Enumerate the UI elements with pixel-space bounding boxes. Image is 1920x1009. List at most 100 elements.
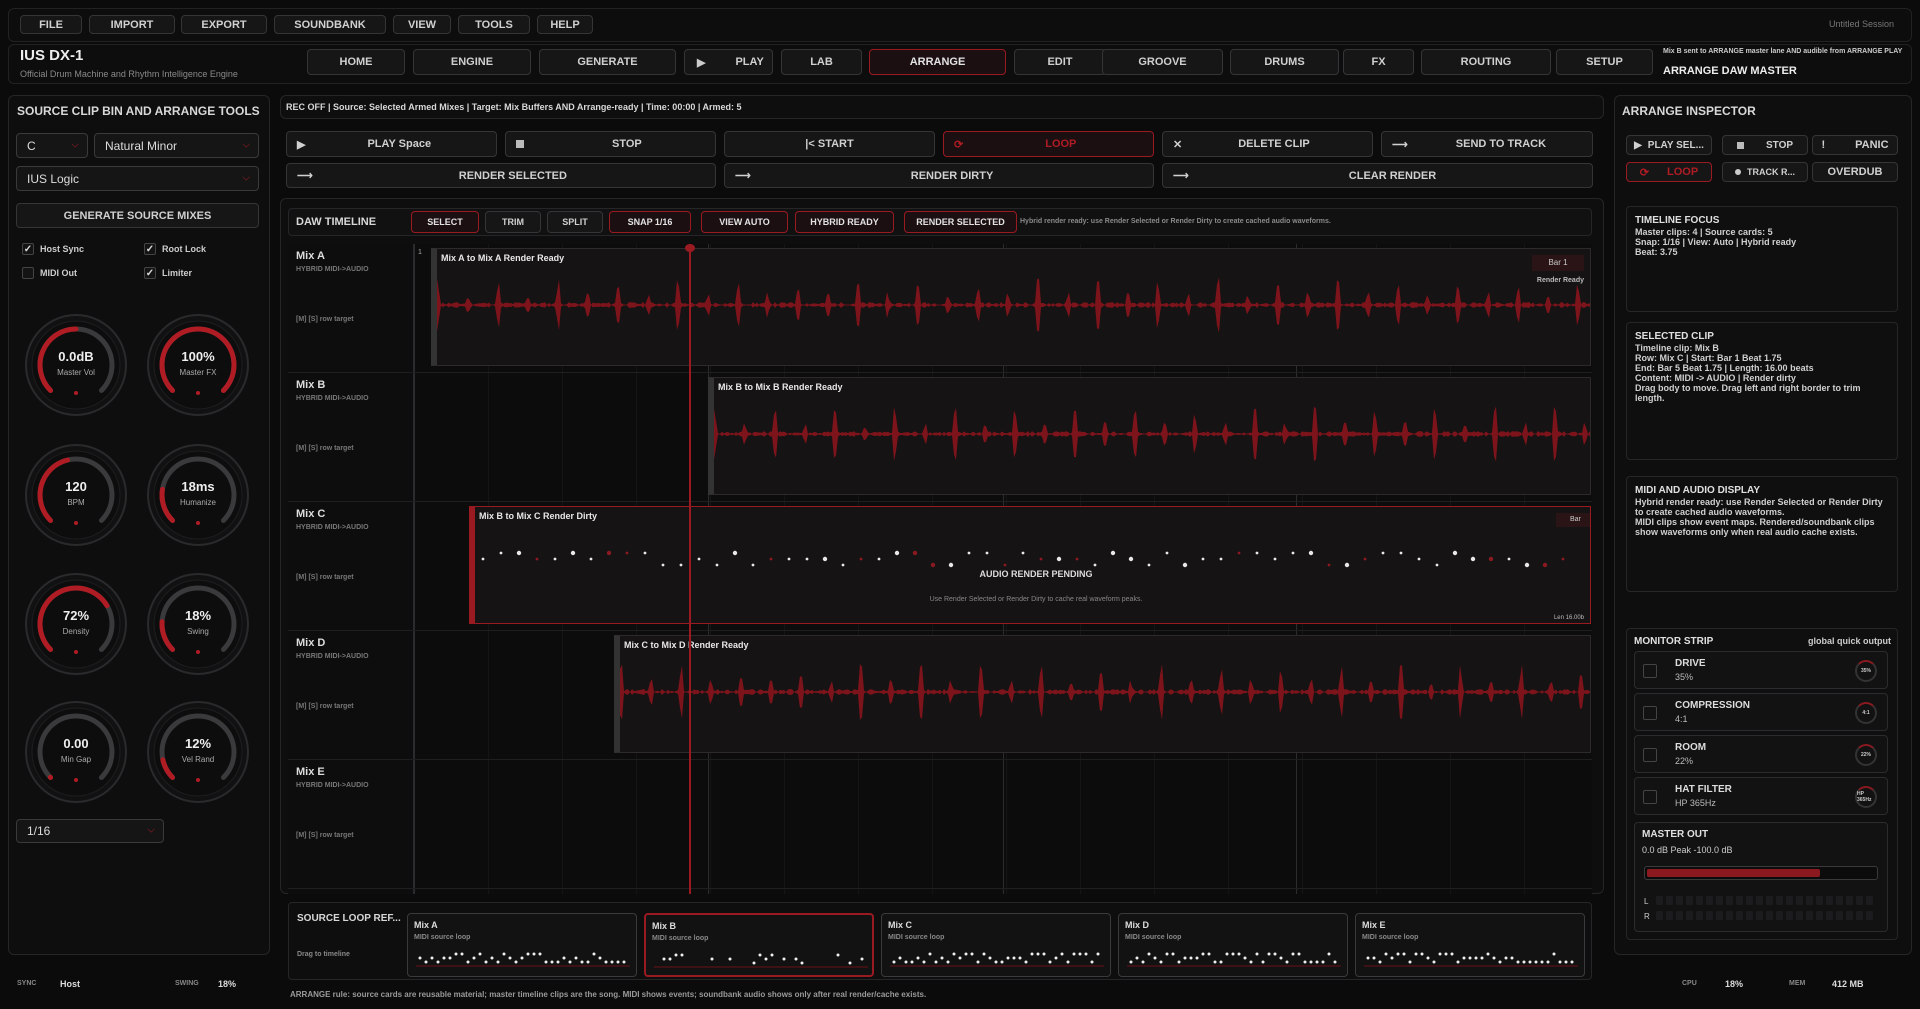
knob-swing[interactable]: 18% Swing <box>146 572 250 676</box>
tool-trim[interactable]: TRIM <box>485 211 541 233</box>
tool-view-auto[interactable]: VIEW AUTO <box>701 211 788 233</box>
monitor-room[interactable]: ROOM 22% 22% <box>1634 735 1888 773</box>
arrow-right-icon: ⟶ <box>1173 170 1189 182</box>
footer-bar <box>8 966 1912 1004</box>
track-row[interactable]: Mix D HYBRID MIDI->AUDIO [M] [S] row targe… <box>288 631 1592 760</box>
menu-view[interactable]: VIEW <box>393 15 451 34</box>
menu-import[interactable]: IMPORT <box>89 15 175 34</box>
tab-drums[interactable]: DRUMS <box>1230 49 1339 75</box>
knob-master-fx[interactable]: 100% Master FX <box>146 313 250 417</box>
timeline-clip[interactable]: Mix C to Mix D Render Ready <box>614 635 1591 753</box>
meter-segment <box>1786 911 1793 920</box>
playhead[interactable] <box>689 244 691 894</box>
mute-solo-target[interactable]: [M] [S] row target <box>296 574 354 581</box>
tab-routing[interactable]: ROUTING <box>1421 49 1551 75</box>
tab-groove[interactable]: GROOVE <box>1102 49 1223 75</box>
menu-help[interactable]: HELP <box>537 15 593 34</box>
limiter-checkbox[interactable]: ✓ Limiter <box>144 267 192 279</box>
mem-value: 412 MB <box>1832 979 1864 989</box>
track-row[interactable]: Mix A HYBRID MIDI->AUDIO [M] [S] row targe… <box>288 244 1592 373</box>
track-row[interactable]: Mix B HYBRID MIDI->AUDIO [M] [S] row targe… <box>288 373 1592 502</box>
timeline-clip[interactable]: Mix A to Mix A Render Ready Bar 1 Render R… <box>431 248 1591 366</box>
master-level-fill <box>1647 869 1820 877</box>
knob-master-vol[interactable]: 0.0dB Master Vol <box>24 313 128 417</box>
play-button[interactable]: ▶ PLAY Space <box>286 131 497 157</box>
menu-file[interactable]: FILE <box>20 15 82 34</box>
monitor-toggle[interactable] <box>1643 706 1657 720</box>
knob-min-gap[interactable]: 0.00 Min Gap <box>24 700 128 804</box>
start-button[interactable]: |< START <box>724 131 935 157</box>
overdub-button[interactable]: OVERDUB <box>1812 162 1898 182</box>
monitor-dial[interactable]: 22% <box>1855 744 1877 766</box>
monitor-drive[interactable]: DRIVE 35% 35% <box>1634 651 1888 689</box>
tool-split[interactable]: SPLIT <box>547 211 603 233</box>
monitor-dial[interactable]: 35% <box>1855 660 1877 682</box>
menu-export[interactable]: EXPORT <box>181 15 267 34</box>
render-selected-button[interactable]: ⟶ RENDER SELECTED <box>286 163 716 188</box>
menu-tools[interactable]: TOOLS <box>458 15 530 34</box>
midi-out-checkbox[interactable]: MIDI Out <box>22 267 77 279</box>
render-dirty-button[interactable]: ⟶ RENDER DIRTY <box>724 163 1154 188</box>
play-selection-button[interactable]: ▶ PLAY SEL... <box>1626 135 1712 155</box>
key-select[interactable]: C ⌵ <box>16 133 88 158</box>
stop-button[interactable]: STOP <box>505 131 716 157</box>
panic-label: PANIC <box>1855 139 1889 151</box>
menu-soundbank[interactable]: SOUNDBANK <box>274 15 386 34</box>
inspector-loop-button[interactable]: ⟳ LOOP <box>1626 162 1712 182</box>
track-row[interactable]: Mix E HYBRID MIDI->AUDIO [M] [S] row targe… <box>288 760 1592 889</box>
track-record-button[interactable]: TRACK R... <box>1722 162 1808 182</box>
tab-engine[interactable]: ENGINE <box>413 49 531 75</box>
knob-humanize[interactable]: 18ms Humanize <box>146 443 250 547</box>
mute-solo-target[interactable]: [M] [S] row target <box>296 445 354 452</box>
panic-button[interactable]: ! PANIC <box>1812 135 1898 155</box>
tab-fx[interactable]: FX <box>1343 49 1414 75</box>
track-name: Mix B <box>296 379 326 391</box>
tab-play[interactable]: ▶ PLAY <box>684 49 773 75</box>
knob-bpm[interactable]: 120 BPM <box>24 443 128 547</box>
scale-select[interactable]: Natural Minor ⌵ <box>94 133 259 158</box>
play-selection-label: PLAY SEL... <box>1647 139 1704 151</box>
tool-render-selected[interactable]: RENDER SELECTED <box>904 211 1017 233</box>
monitor-dial[interactable]: 4:1 <box>1855 702 1877 724</box>
tool-snap[interactable]: SNAP 1/16 <box>609 211 691 233</box>
monitor-toggle[interactable] <box>1643 664 1657 678</box>
tab-generate[interactable]: GENERATE <box>539 49 676 75</box>
tab-home[interactable]: HOME <box>307 49 405 75</box>
host-sync-checkbox[interactable]: ✓ Host Sync <box>22 243 84 255</box>
limiter-label: Limiter <box>162 268 193 278</box>
knob-vel-rand[interactable]: 12% Vel Rand <box>146 700 250 804</box>
inspector-stop-button[interactable]: STOP <box>1722 135 1808 155</box>
track-row[interactable]: Mix C HYBRID MIDI->AUDIO [M] [S] row targe… <box>288 502 1592 631</box>
tab-arrange[interactable]: ARRANGE <box>869 49 1006 75</box>
tab-setup[interactable]: SETUP <box>1556 49 1653 75</box>
monitor-compression[interactable]: COMPRESSION 4:1 4:1 <box>1634 693 1888 731</box>
mute-solo-target[interactable]: [M] [S] row target <box>296 703 354 710</box>
tool-select[interactable]: SELECT <box>411 211 479 233</box>
mute-solo-target[interactable]: [M] [S] row target <box>296 832 354 839</box>
tool-hybrid-ready[interactable]: HYBRID READY <box>795 211 894 233</box>
timeline-clip[interactable]: Mix B to Mix C Render Dirty AUDIO RENDER … <box>469 506 1591 624</box>
grid-select[interactable]: 1/16 ⌵ <box>16 819 164 843</box>
knob-label: Min Gap <box>60 755 92 764</box>
tab-edit[interactable]: EDIT <box>1014 49 1106 75</box>
knob-value: 18ms <box>181 479 215 494</box>
inspector-loop-label: LOOP <box>1667 166 1699 178</box>
knob-density[interactable]: 72% Density <box>24 572 128 676</box>
clear-render-button[interactable]: ⟶ CLEAR RENDER <box>1162 163 1593 188</box>
playhead-handle[interactable] <box>685 244 695 252</box>
tab-lab[interactable]: LAB <box>781 49 862 75</box>
generate-source-mixes-button[interactable]: GENERATE SOURCE MIXES <box>16 203 259 228</box>
timeline-clip[interactable]: Mix B to Mix B Render Ready <box>708 377 1591 495</box>
loop-button[interactable]: ⟳ LOOP <box>943 131 1154 157</box>
send-to-track-button[interactable]: ⟶ SEND TO TRACK <box>1381 131 1593 157</box>
monitor-toggle[interactable] <box>1643 790 1657 804</box>
engine-select[interactable]: IUS Logic ⌵ <box>16 166 259 191</box>
delete-clip-button[interactable]: ✕ DELETE CLIP <box>1162 131 1373 157</box>
render-selected-label: RENDER SELECTED <box>458 169 567 182</box>
root-lock-checkbox[interactable]: ✓ Root Lock <box>144 243 206 255</box>
monitor-hat-filter[interactable]: HAT FILTER HP 365Hz HP 365Hz <box>1634 777 1888 815</box>
monitor-toggle[interactable] <box>1643 748 1657 762</box>
mute-solo-target[interactable]: [M] [S] row target <box>296 316 354 323</box>
monitor-dial[interactable]: HP 365Hz <box>1855 786 1877 808</box>
monitor-value: 22% <box>1675 756 1694 766</box>
